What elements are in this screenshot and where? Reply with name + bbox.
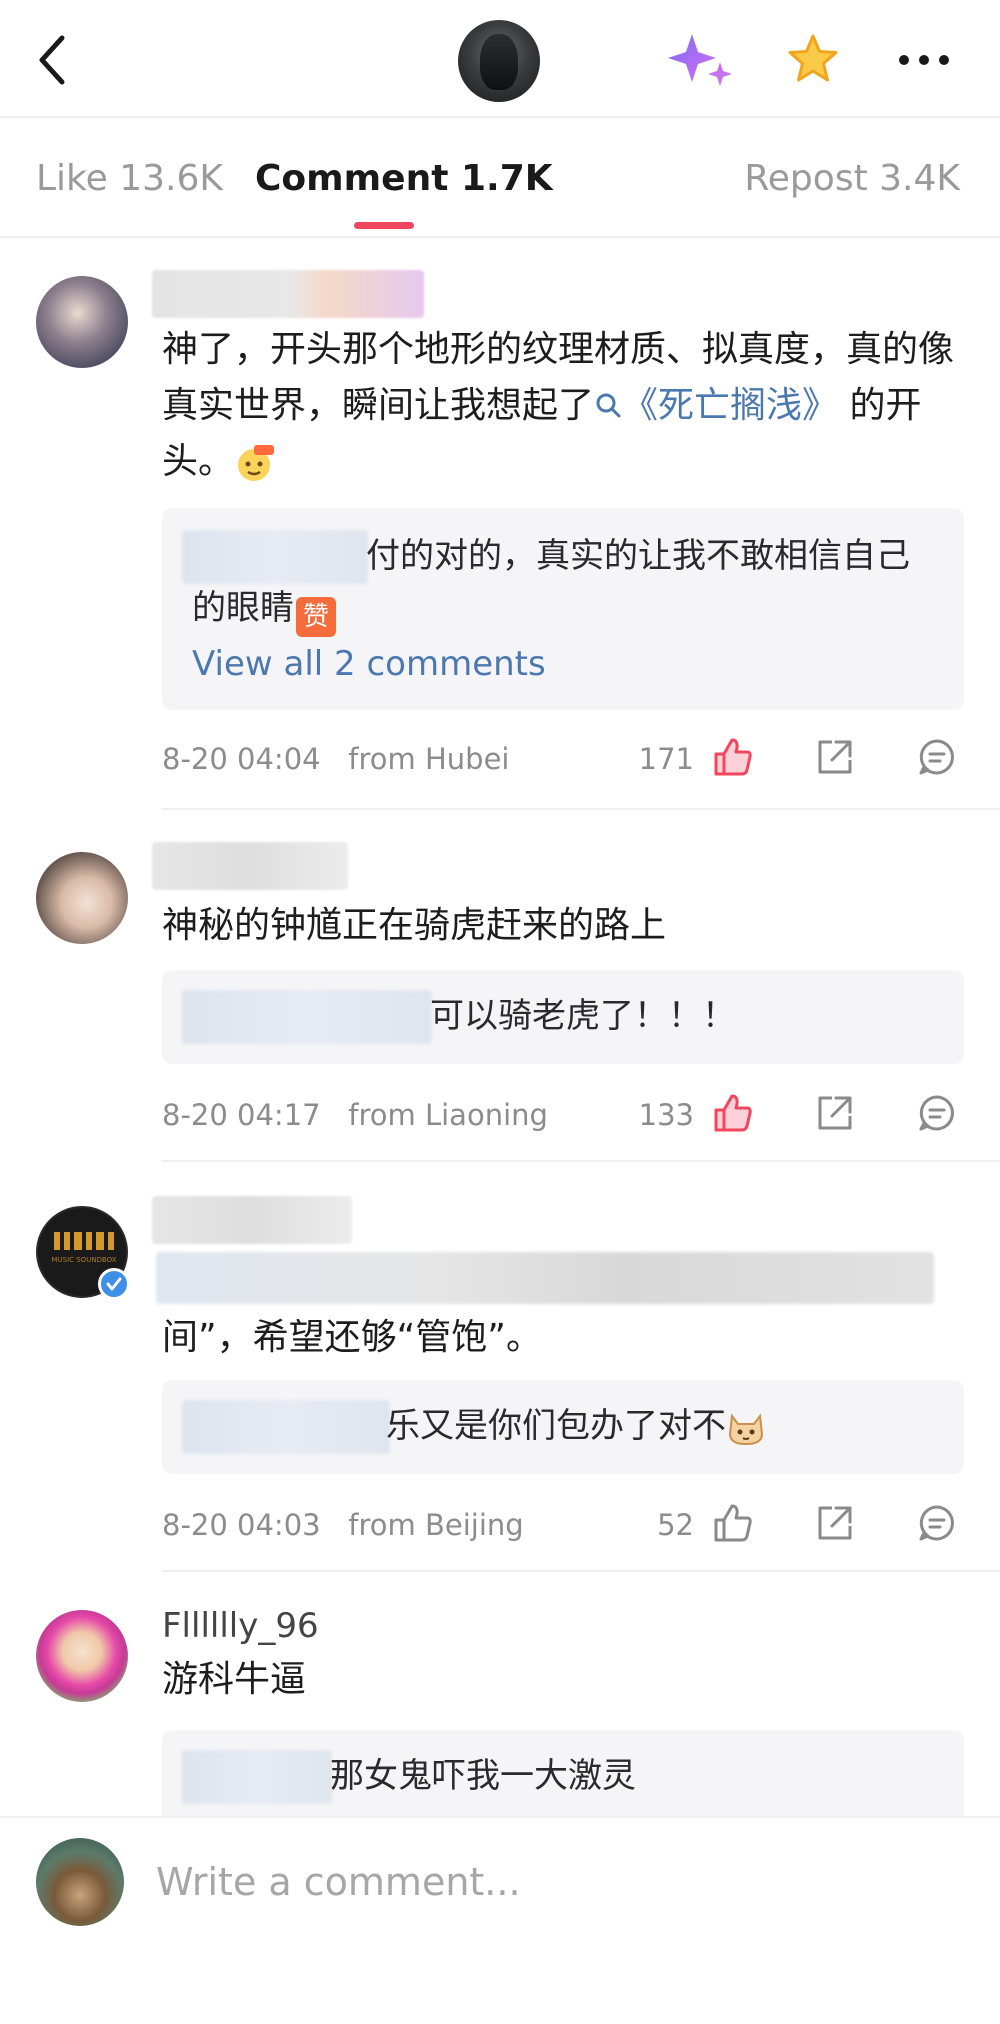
comment-meta: 8-20 04:17 from Liaoning [162,1098,548,1132]
avatar[interactable] [36,852,128,944]
comment-meta: 8-20 04:03 from Beijing [162,1508,524,1542]
share-icon[interactable] [814,1092,856,1134]
blurred-username[interactable] [152,842,348,890]
divider [162,808,1000,810]
divider [162,1160,1000,1162]
666-emoji [234,443,275,483]
like-count: 52 [657,1508,694,1542]
zan-emoji: 赞 [296,597,336,637]
comment-icon[interactable] [916,1502,958,1544]
blurred-reply-username [182,990,432,1044]
engagement-tabs: Like 13.6K Comment 1.7K Repost 3.4K [0,120,1000,238]
thumbs-up-icon[interactable] [712,1502,754,1544]
tab-comment[interactable]: Comment 1.7K [255,158,553,199]
comment-location: from Hubei [348,742,510,776]
reply-box[interactable]: 可以骑老虎了！！！ [162,970,964,1064]
blurred-reply-username [182,1400,390,1454]
more-dots-icon[interactable] [896,50,952,70]
share-icon[interactable] [814,1502,856,1544]
reply-text: 可以骑老虎了！！！ [430,996,736,1036]
blurred-reply-username [182,530,368,584]
search-icon [596,393,621,418]
active-tab-indicator [354,222,414,229]
comment-text: 神了，开头那个地形的纹理材质、拟真度，真的像真实世界，瞬间让我想起了 《死亡搁浅》… [162,329,955,483]
comment-text: 游科牛逼 [162,1659,307,1700]
view-all-replies-link[interactable]: View all 2 comments [192,644,546,684]
chevron-left-icon[interactable] [30,30,80,90]
comment-meta: 8-20 04:04 from Hubei [162,742,509,776]
username[interactable]: Flllllly_96 [162,1606,319,1646]
reply-text: 那女鬼吓我一大激灵 [330,1756,636,1796]
reply-box[interactable]: 付的对的，真实的让我不敢相信自己 的眼睛赞 View all 2 comment… [162,508,964,710]
my-avatar[interactable] [36,1838,124,1926]
blurred-reply-username [182,1750,332,1804]
comment-text: 神秘的钟馗正在骑虎赶来的路上 [162,905,667,946]
comment-time: 8-20 04:03 [162,1508,321,1542]
comment-location: from Liaoning [348,1098,548,1132]
sparkle-icon[interactable] [668,32,734,90]
reply-box[interactable]: 乐又是你们包办了对不 [162,1380,964,1474]
comment-input[interactable] [156,1852,936,1912]
comment-composer [0,1816,1000,2024]
comment-time: 8-20 04:17 [162,1098,321,1132]
blurred-username[interactable] [152,1196,352,1244]
reply-box[interactable]: 那女鬼吓我一大激灵 [162,1730,964,1824]
comment-icon[interactable] [916,1092,958,1134]
comment-text: 间”，希望还够“管饱”。 [162,1317,542,1358]
search-link[interactable]: 《死亡搁浅》 [594,385,838,426]
reply-text: 付的对的，真实的让我不敢相信自己 [366,536,910,576]
verified-badge-icon [98,1268,130,1300]
divider [162,1570,1000,1572]
comment-location: from Beijing [348,1508,524,1542]
like-count: 133 [638,1098,694,1132]
avatar[interactable] [36,1610,128,1702]
blurred-username[interactable] [152,270,424,318]
star-icon[interactable] [786,32,840,86]
author-avatar[interactable] [458,20,540,102]
cat-emoji [726,1408,766,1448]
reply-text: 乐又是你们包办了对不 [386,1400,766,1452]
tab-like[interactable]: Like 13.6K [36,158,223,199]
svg-text:MUSIC SOUNDBOX: MUSIC SOUNDBOX [51,1256,116,1264]
avatar[interactable] [36,276,128,368]
top-bar [0,0,1000,118]
comment-icon[interactable] [916,736,958,778]
blurred-comment-text [156,1252,934,1304]
like-count: 171 [638,742,694,776]
share-icon[interactable] [814,736,856,778]
thumbs-up-icon[interactable] [712,1092,754,1134]
tab-repost[interactable]: Repost 3.4K [744,158,960,199]
reply-text-continued: 的眼睛赞 [192,582,336,637]
comment-time: 8-20 04:04 [162,742,321,776]
thumbs-up-icon[interactable] [712,736,754,778]
